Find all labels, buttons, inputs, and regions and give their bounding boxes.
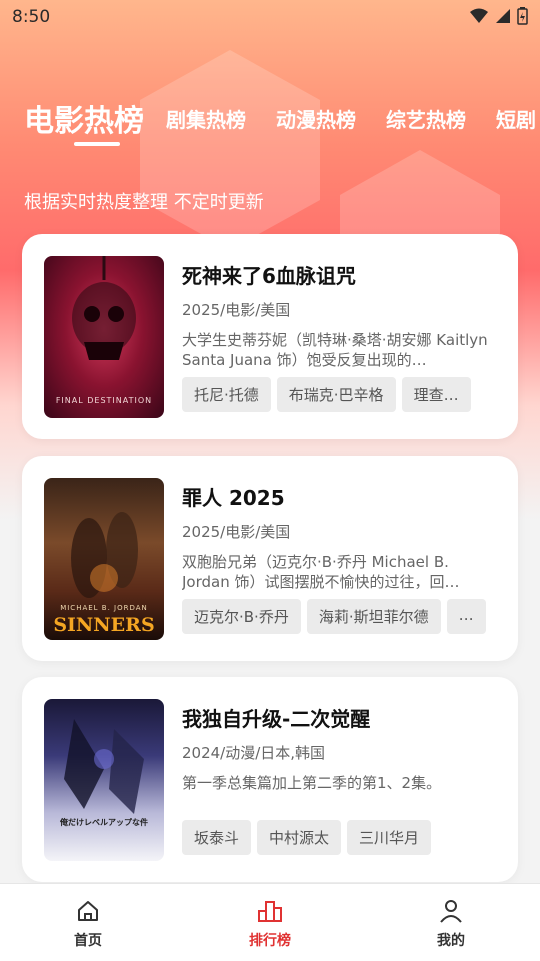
poster-image: FINAL DESTINATION xyxy=(44,256,164,418)
nav-home-label: 首页 xyxy=(74,933,102,949)
card-meta: 2025/电影/美国 xyxy=(182,301,291,319)
tab-anime[interactable]: 动漫热榜 xyxy=(276,104,356,133)
ranking-card[interactable]: FINAL DESTINATION 死神来了6血脉诅咒 2025/电影/美国 大… xyxy=(22,234,518,439)
card-title: 罪人 2025 xyxy=(182,486,285,510)
cast-chip[interactable]: 三川华月 xyxy=(347,820,432,855)
cast-chip[interactable]: 布瑞克·巴辛格 xyxy=(276,377,396,412)
category-tabs: 电影热榜 剧集热榜 动漫热榜 综艺热榜 短剧 xyxy=(0,92,540,152)
battery-icon xyxy=(517,7,528,25)
home-icon xyxy=(78,901,98,921)
card-description: 大学生史蒂芬妮（凯特琳·桑塔·胡安娜 Kaitlyn Santa Juana 饰… xyxy=(182,331,488,369)
card-meta: 2025/电影/美国 xyxy=(182,523,291,541)
poster-image: MICHAEL B. JORDAN SINNERS xyxy=(44,478,164,640)
poster-title: 俺だけレベルアップな件 xyxy=(60,818,148,827)
nav-profile[interactable]: 我的 xyxy=(411,898,491,950)
poster-title: FINAL DESTINATION xyxy=(55,396,153,405)
status-time: 8:50 xyxy=(12,7,51,27)
tab-variety[interactable]: 综艺热榜 xyxy=(386,104,466,133)
cast-chip[interactable]: 迈克尔·B·乔丹 xyxy=(182,599,301,634)
status-bar: 8:50 xyxy=(0,0,540,34)
poster-title: SINNERS xyxy=(53,614,155,636)
cast-chip[interactable]: 坂泰斗 xyxy=(182,820,252,855)
card-title: 我独自升级-二次觉醒 xyxy=(182,707,371,731)
ranking-card[interactable]: 俺だけレベルアップな件 我独自升级-二次觉醒 2024/动漫/日本,韩国 第一季… xyxy=(22,677,518,882)
ranking-subtitle: 根据实时热度整理 不定时更新 xyxy=(24,192,264,213)
nav-profile-label: 我的 xyxy=(437,933,465,949)
profile-icon xyxy=(440,900,462,923)
signal-icon xyxy=(496,9,510,23)
card-description: 双胞胎兄弟（迈克尔·B·乔丹 Michael B. Jordan 饰）试图摆脱不… xyxy=(182,553,460,591)
card-description: 第一季总集篇加上第二季的第1、2集。 xyxy=(182,774,442,792)
cast-chip[interactable]: 海莉·斯坦菲尔德 xyxy=(306,599,441,634)
tab-series[interactable]: 剧集热榜 xyxy=(166,104,246,133)
bottom-navigation: 首页 排行榜 我的 xyxy=(0,883,540,961)
cast-chip[interactable]: 中村源太 xyxy=(257,820,342,855)
card-meta: 2024/动漫/日本,韩国 xyxy=(182,744,326,762)
ranking-card[interactable]: MICHAEL B. JORDAN SINNERS 罪人 2025 2025/电… xyxy=(22,456,518,661)
poster-image: 俺だけレベルアップな件 xyxy=(44,699,164,861)
cast-chip[interactable]: 理查… xyxy=(401,377,471,412)
cast-chip[interactable]: 托尼·托德 xyxy=(182,377,271,412)
nav-ranking-label: 排行榜 xyxy=(249,933,291,949)
cast-chip[interactable]: … xyxy=(446,599,486,634)
tab-shorts[interactable]: 短剧 xyxy=(496,104,536,133)
nav-ranking[interactable]: 排行榜 xyxy=(230,898,310,950)
poster-subtitle: MICHAEL B. JORDAN xyxy=(60,604,148,612)
tab-movies[interactable]: 电影热榜 xyxy=(24,96,144,140)
card-title: 死神来了6血脉诅咒 xyxy=(182,264,356,288)
active-tab-indicator xyxy=(74,142,120,146)
wifi-icon xyxy=(470,8,488,23)
ranking-icon xyxy=(258,901,282,922)
nav-home[interactable]: 首页 xyxy=(48,898,128,950)
